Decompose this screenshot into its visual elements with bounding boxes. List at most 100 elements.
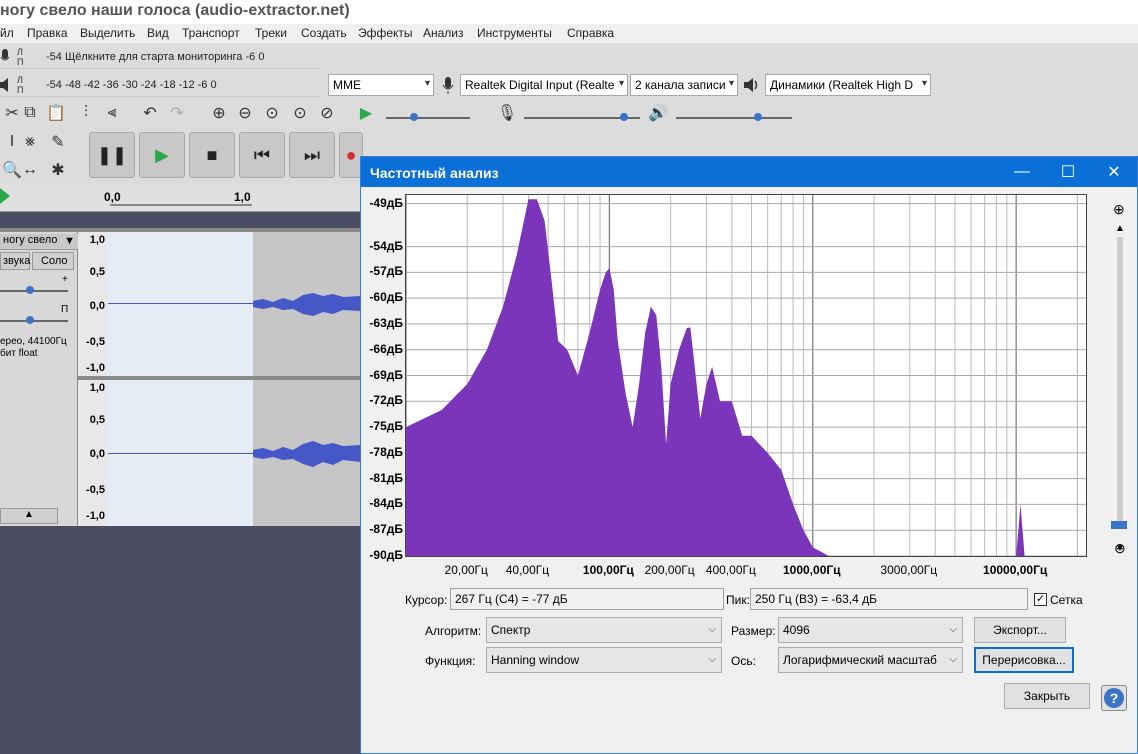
timeshift-tool-icon[interactable]: ↔ [18, 158, 42, 182]
grid-checkbox[interactable]: ✓ [1034, 593, 1047, 606]
waveform-channel-right[interactable] [108, 380, 360, 526]
paste-icon[interactable]: 📋 [44, 101, 68, 125]
algorithm-select[interactable]: Спектр ⌵ [486, 617, 722, 643]
envelope-tool-icon[interactable]: ⨳ [18, 130, 42, 154]
undo-icon[interactable]: ↶ [138, 101, 162, 125]
pause-button[interactable]: ❚❚ [89, 132, 135, 178]
chevron-down-icon: ⌵ [708, 624, 716, 635]
track-controls: ногу свело ▼ звука Соло + П ереo, 44100Гц… [0, 232, 78, 376]
zoom-in-icon[interactable]: ⊕ [1113, 201, 1125, 218]
draw-tool-icon[interactable]: ✎ [46, 130, 70, 154]
menu-transport[interactable]: Транспорт [182, 26, 240, 40]
menu-view[interactable]: Вид [147, 26, 169, 40]
mute-button[interactable]: звука [0, 252, 30, 270]
playback-volume-slider[interactable] [676, 117, 792, 119]
track-format-info: ереo, 44100Гц [0, 336, 67, 347]
menu-edit[interactable]: Правка [27, 26, 68, 40]
play-at-speed-icon[interactable]: ▶ [354, 101, 378, 125]
menu-generate[interactable]: Создать [301, 26, 347, 40]
close-button[interactable]: ✕ [1091, 157, 1137, 187]
scale-label: -0,5 [86, 336, 105, 348]
audio-host-select[interactable]: MME ▾ [328, 74, 434, 96]
solo-button[interactable]: Соло [32, 252, 74, 270]
skip-end-button[interactable]: ⏭ [289, 132, 335, 178]
x-tick-label: 100,00Гц [582, 563, 634, 577]
waveform-line [108, 453, 253, 454]
channels-select[interactable]: 2 канала записи ▾ [630, 74, 738, 96]
silence-icon[interactable]: ⫷ [100, 101, 124, 125]
scale-label: 1,0 [89, 234, 105, 246]
scale-label: 0,0 [89, 300, 105, 312]
gain-knob[interactable] [26, 286, 34, 294]
play-button[interactable]: ▶ [139, 132, 185, 178]
copy-icon[interactable]: ⧉ [18, 101, 42, 125]
replot-button[interactable]: Перерисовка... [974, 647, 1074, 673]
gain-slider[interactable] [0, 290, 68, 292]
menu-select[interactable]: Выделить [80, 26, 135, 40]
x-tick-label: 40,00Гц [505, 563, 550, 577]
vertical-slider-knob[interactable] [1111, 521, 1127, 529]
microphone-icon [436, 73, 460, 97]
menu-effects[interactable]: Эффекты [358, 26, 413, 40]
menu-file[interactable]: йл [0, 26, 14, 40]
timeline-label-end: 1,0 [234, 190, 251, 204]
menu-analyze[interactable]: Анализ [423, 26, 464, 40]
export-button[interactable]: Экспорт... [974, 617, 1066, 643]
waveform-channel-left[interactable] [108, 232, 360, 376]
trim-icon[interactable]: ⫶ [74, 101, 98, 125]
zoom-in-icon[interactable]: ⊕ [207, 101, 231, 125]
waveform-shape [253, 441, 360, 467]
track-name-menu[interactable]: ногу свело ▼ [0, 234, 78, 250]
playback-volume-knob[interactable] [754, 113, 762, 121]
menu-help[interactable]: Справка [567, 26, 614, 40]
record-volume-knob[interactable] [620, 113, 628, 121]
close-dialog-button[interactable]: Закрыть [1004, 683, 1090, 709]
stop-button[interactable]: ■ [189, 132, 235, 178]
playback-meter[interactable]: Л П -54 -48 -42 -36 -30 -24 -18 -12 -6 0 [0, 73, 320, 97]
play-speed-slider[interactable] [386, 117, 470, 119]
maximize-button[interactable]: ☐ [1045, 157, 1091, 187]
zoom-out-icon[interactable]: ⊖ [233, 101, 257, 125]
play-speed-knob[interactable] [410, 113, 418, 121]
chevron-down-icon: ⌵ [708, 654, 716, 665]
y-tick-label: -66дБ [369, 341, 403, 356]
speaker-icon [0, 75, 10, 95]
record-meter[interactable]: Л П -54 Щёлкните для старта мониторинга … [0, 45, 320, 69]
speaker-icon [740, 73, 764, 97]
skip-start-button[interactable]: ⏮ [239, 132, 285, 178]
menu-tools[interactable]: Инструменты [477, 26, 552, 40]
grid-label: Сетка [1050, 593, 1083, 607]
zoom-toggle-icon[interactable]: ⊘ [315, 101, 339, 125]
microphone-icon [0, 47, 10, 67]
pan-slider[interactable] [0, 320, 68, 322]
dialog-titlebar[interactable]: Частотный анализ — ☐ ✕ [361, 157, 1137, 187]
axis-select[interactable]: Логарифмический масштаб ⌵ [778, 647, 963, 673]
x-tick-label: 400,00Гц [705, 563, 756, 577]
y-tick-label: -69дБ [369, 367, 403, 382]
zoom-out-icon[interactable]: ⊖ [1114, 540, 1126, 557]
vertical-scrollbar[interactable] [1117, 237, 1123, 529]
scroll-up-icon[interactable]: ▲ [1115, 223, 1125, 234]
fit-selection-icon[interactable]: ⊙ [260, 101, 284, 125]
amplitude-scale-top: 1,0 0,5 0,0 -0,5 -1,0 [78, 232, 108, 376]
x-tick-label: 3000,00Гц [880, 563, 938, 577]
minimize-icon: — [1014, 163, 1030, 180]
minimize-button[interactable]: — [999, 157, 1045, 187]
scale-label: -0,5 [86, 484, 105, 496]
size-select[interactable]: 4096 ⌵ [778, 617, 963, 643]
spectrum-plot[interactable] [405, 194, 1087, 557]
audio-host-value: MME [333, 78, 361, 92]
vertical-zoom-control[interactable]: ⊕ ▲ ▼ [1111, 201, 1127, 557]
menu-tracks[interactable]: Треки [255, 26, 287, 40]
collapse-track-button[interactable]: ▲ [0, 508, 58, 524]
redo-icon[interactable]: ↷ [165, 101, 189, 125]
multi-tool-icon[interactable]: ✱ [46, 158, 70, 182]
timeline-ruler[interactable]: 0,0 1,0 [0, 184, 360, 212]
pan-knob[interactable] [26, 316, 34, 324]
function-select[interactable]: Hanning window ⌵ [486, 647, 722, 673]
input-device-select[interactable]: Realtek Digital Input (Realte ▾ [460, 74, 628, 96]
help-button[interactable]: ? [1101, 685, 1127, 711]
spectrum-area [406, 199, 1078, 556]
fit-project-icon[interactable]: ⊙ [288, 101, 312, 125]
output-device-select[interactable]: Динамики (Realtek High D ▾ [765, 74, 931, 96]
